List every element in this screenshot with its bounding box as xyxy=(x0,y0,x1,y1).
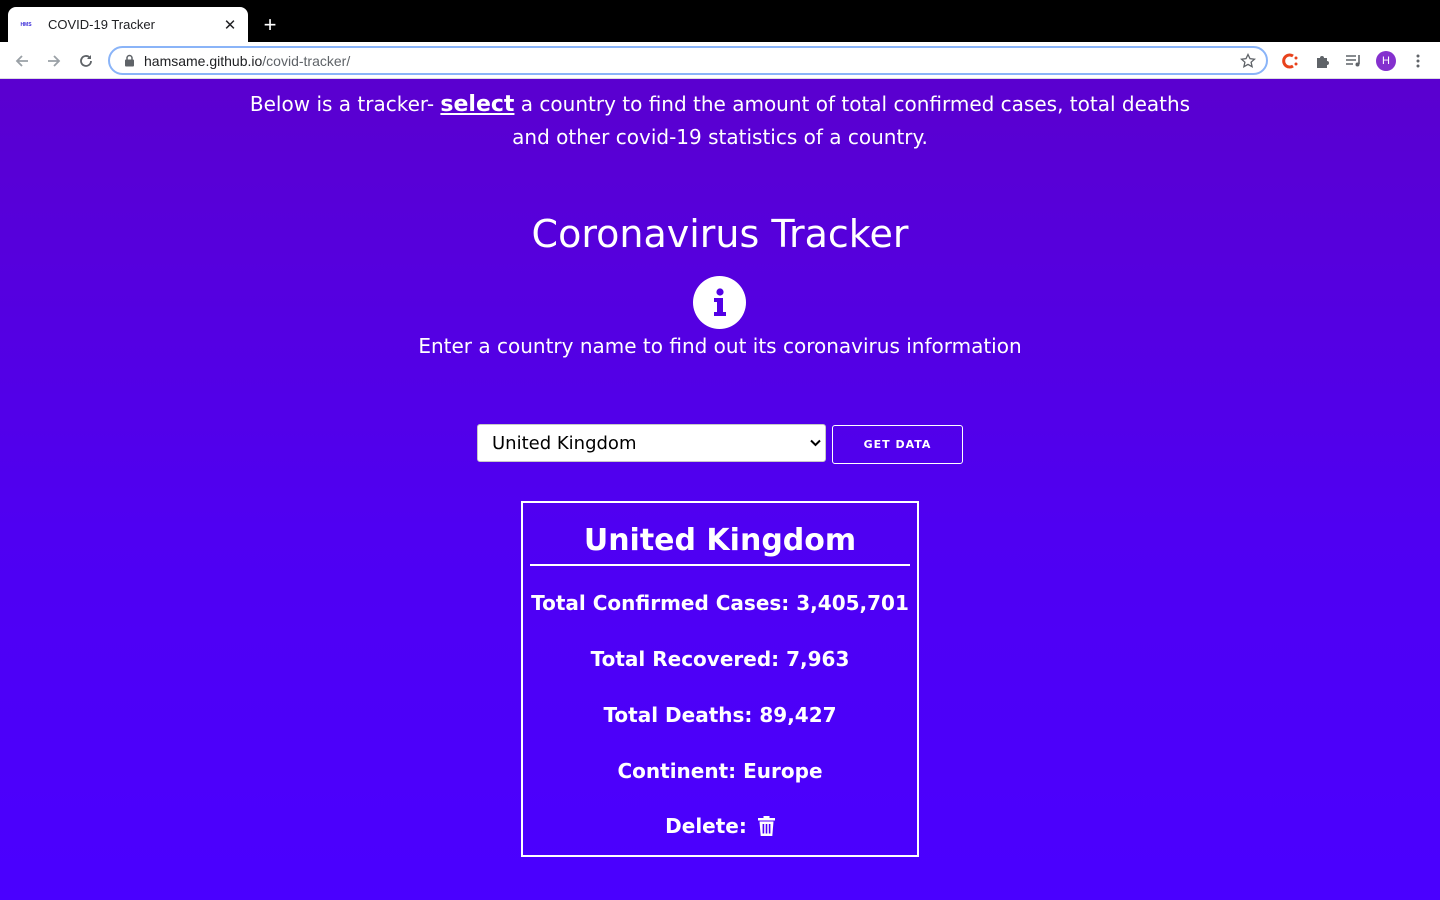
select-link[interactable]: select xyxy=(440,92,514,117)
page-content: Below is a tracker- select a country to … xyxy=(0,79,1440,900)
browser-tab-strip: HMS COVID-19 Tracker ✕ + xyxy=(0,0,1440,42)
reload-icon[interactable] xyxy=(73,48,99,74)
tab-close-icon[interactable]: ✕ xyxy=(222,17,238,34)
chevron-down-icon xyxy=(805,433,825,453)
stat-recovered: Total Recovered: 7,963 xyxy=(590,647,850,671)
intro-text: Below is a tracker- select a country to … xyxy=(249,92,1191,149)
country-stats-card: United Kingdom Total Confirmed Cases: 3,… xyxy=(521,501,919,857)
url-text: hamsame.github.io/covid-tracker/ xyxy=(144,52,351,69)
extension-c-icon[interactable] xyxy=(1279,50,1301,72)
get-data-button[interactable]: GET DATA xyxy=(832,425,963,464)
page-title: Coronavirus Tracker xyxy=(531,212,909,256)
instruction-text: Enter a country name to find out its cor… xyxy=(418,334,1022,358)
delete-label: Delete: xyxy=(665,814,747,838)
card-country-title: United Kingdom xyxy=(530,523,910,566)
lock-icon xyxy=(122,54,136,68)
profile-avatar[interactable]: H xyxy=(1376,51,1396,71)
site-favicon-icon: HMS xyxy=(20,21,32,28)
info-icon xyxy=(693,276,746,329)
forward-icon[interactable] xyxy=(41,48,67,74)
address-bar[interactable]: hamsame.github.io/covid-tracker/ xyxy=(108,46,1268,75)
delete-row: Delete: xyxy=(523,814,917,841)
menu-kebab-icon[interactable] xyxy=(1407,50,1429,72)
browser-tab[interactable]: HMS COVID-19 Tracker ✕ xyxy=(8,7,248,42)
selected-country: United Kingdom xyxy=(492,432,637,454)
bookmark-star-icon[interactable] xyxy=(1238,51,1258,71)
media-queue-icon[interactable] xyxy=(1343,50,1365,72)
new-tab-icon[interactable]: + xyxy=(258,12,282,37)
country-select[interactable]: United Kingdom xyxy=(477,424,826,462)
back-icon[interactable] xyxy=(9,48,35,74)
tab-title: COVID-19 Tracker xyxy=(48,17,155,32)
extensions-puzzle-icon[interactable] xyxy=(1311,50,1333,72)
stat-confirmed: Total Confirmed Cases: 3,405,701 xyxy=(531,591,909,615)
stat-deaths: Total Deaths: 89,427 xyxy=(603,703,837,727)
browser-toolbar: hamsame.github.io/covid-tracker/ H xyxy=(0,42,1440,79)
stat-continent: Continent: Europe xyxy=(617,759,823,783)
trash-icon[interactable] xyxy=(757,816,775,841)
